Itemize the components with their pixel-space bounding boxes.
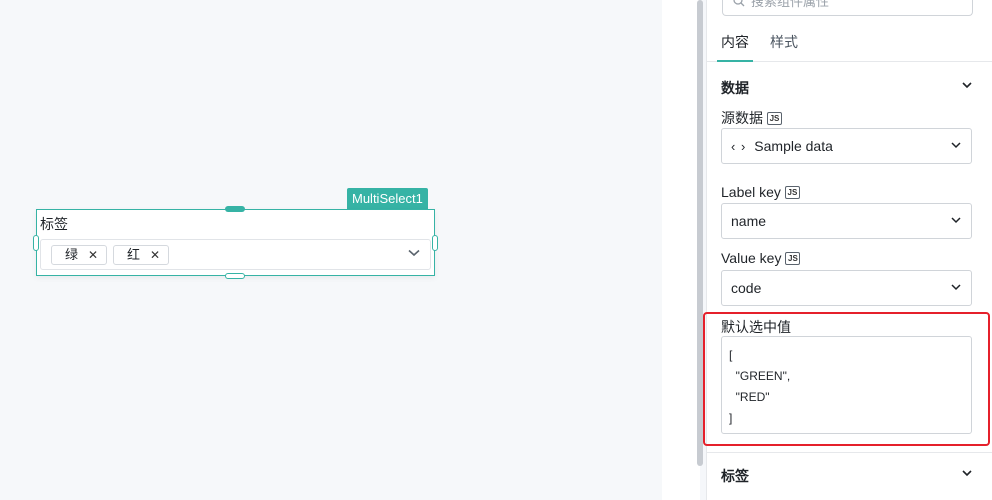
js-badge[interactable]: JS (767, 112, 782, 125)
chevron-down-icon[interactable] (962, 82, 972, 89)
widget-label: 标签 (40, 216, 68, 232)
value-key-select[interactable]: code (721, 270, 972, 306)
section-title-data[interactable]: 数据 (721, 78, 749, 98)
remove-chip-icon[interactable]: ✕ (150, 248, 160, 262)
label-key-select[interactable]: name (721, 203, 972, 239)
value-key-label: Value key (721, 250, 782, 266)
chevron-down-icon (951, 142, 961, 149)
field-label-source: 源数据 JS (721, 108, 782, 128)
property-panel: 搜索组件属性 内容 样式 数据 源数据 JS ‹ › Sample data Lab… (703, 0, 992, 500)
canvas-edge (662, 0, 700, 500)
js-badge[interactable]: JS (785, 252, 801, 265)
label-key-label: Label key (721, 184, 781, 200)
chevron-down-icon (951, 284, 961, 291)
field-label-label-key: Label key JS (721, 184, 800, 200)
search-input[interactable]: 搜索组件属性 (722, 0, 973, 16)
tab-content[interactable]: 内容 (721, 32, 749, 52)
multiselect-widget[interactable]: 标签 绿 ✕ 红 ✕ (36, 209, 435, 276)
panel-tabs: 内容 样式 (707, 24, 992, 62)
resize-handle-top[interactable] (225, 206, 245, 212)
resize-handle-right[interactable] (432, 235, 438, 251)
source-data-value: Sample data (754, 138, 833, 154)
chevron-down-icon[interactable] (962, 470, 972, 477)
selected-chip: 红 ✕ (113, 245, 170, 265)
tab-style[interactable]: 样式 (770, 32, 798, 52)
chevron-down-icon[interactable] (408, 249, 420, 257)
chip-label: 红 (127, 247, 141, 262)
source-data-select[interactable]: ‹ › Sample data (721, 128, 972, 164)
multiselect-input[interactable]: 绿 ✕ 红 ✕ (40, 239, 431, 270)
resize-handle-left[interactable] (33, 235, 39, 251)
selected-chip: 绿 ✕ (51, 245, 108, 265)
search-placeholder: 搜索组件属性 (751, 0, 830, 9)
source-label: 源数据 (721, 110, 763, 126)
section-divider (707, 452, 992, 453)
active-tab-indicator (717, 60, 753, 62)
search-icon (733, 0, 745, 7)
value-key-value: code (731, 280, 762, 296)
chevron-down-icon (951, 217, 961, 224)
js-badge[interactable]: JS (784, 186, 800, 199)
code-icon: ‹ › (731, 139, 747, 154)
label-key-value: name (731, 213, 767, 229)
chip-label: 绿 (65, 247, 79, 262)
resize-handle-bottom[interactable] (225, 273, 245, 279)
remove-chip-icon[interactable]: ✕ (88, 248, 98, 262)
field-label-value-key: Value key JS (721, 250, 801, 266)
widget-name-tag[interactable]: MultiSelect1 (347, 188, 428, 209)
highlight-box (703, 312, 990, 446)
section-title-label[interactable]: 标签 (721, 466, 749, 486)
